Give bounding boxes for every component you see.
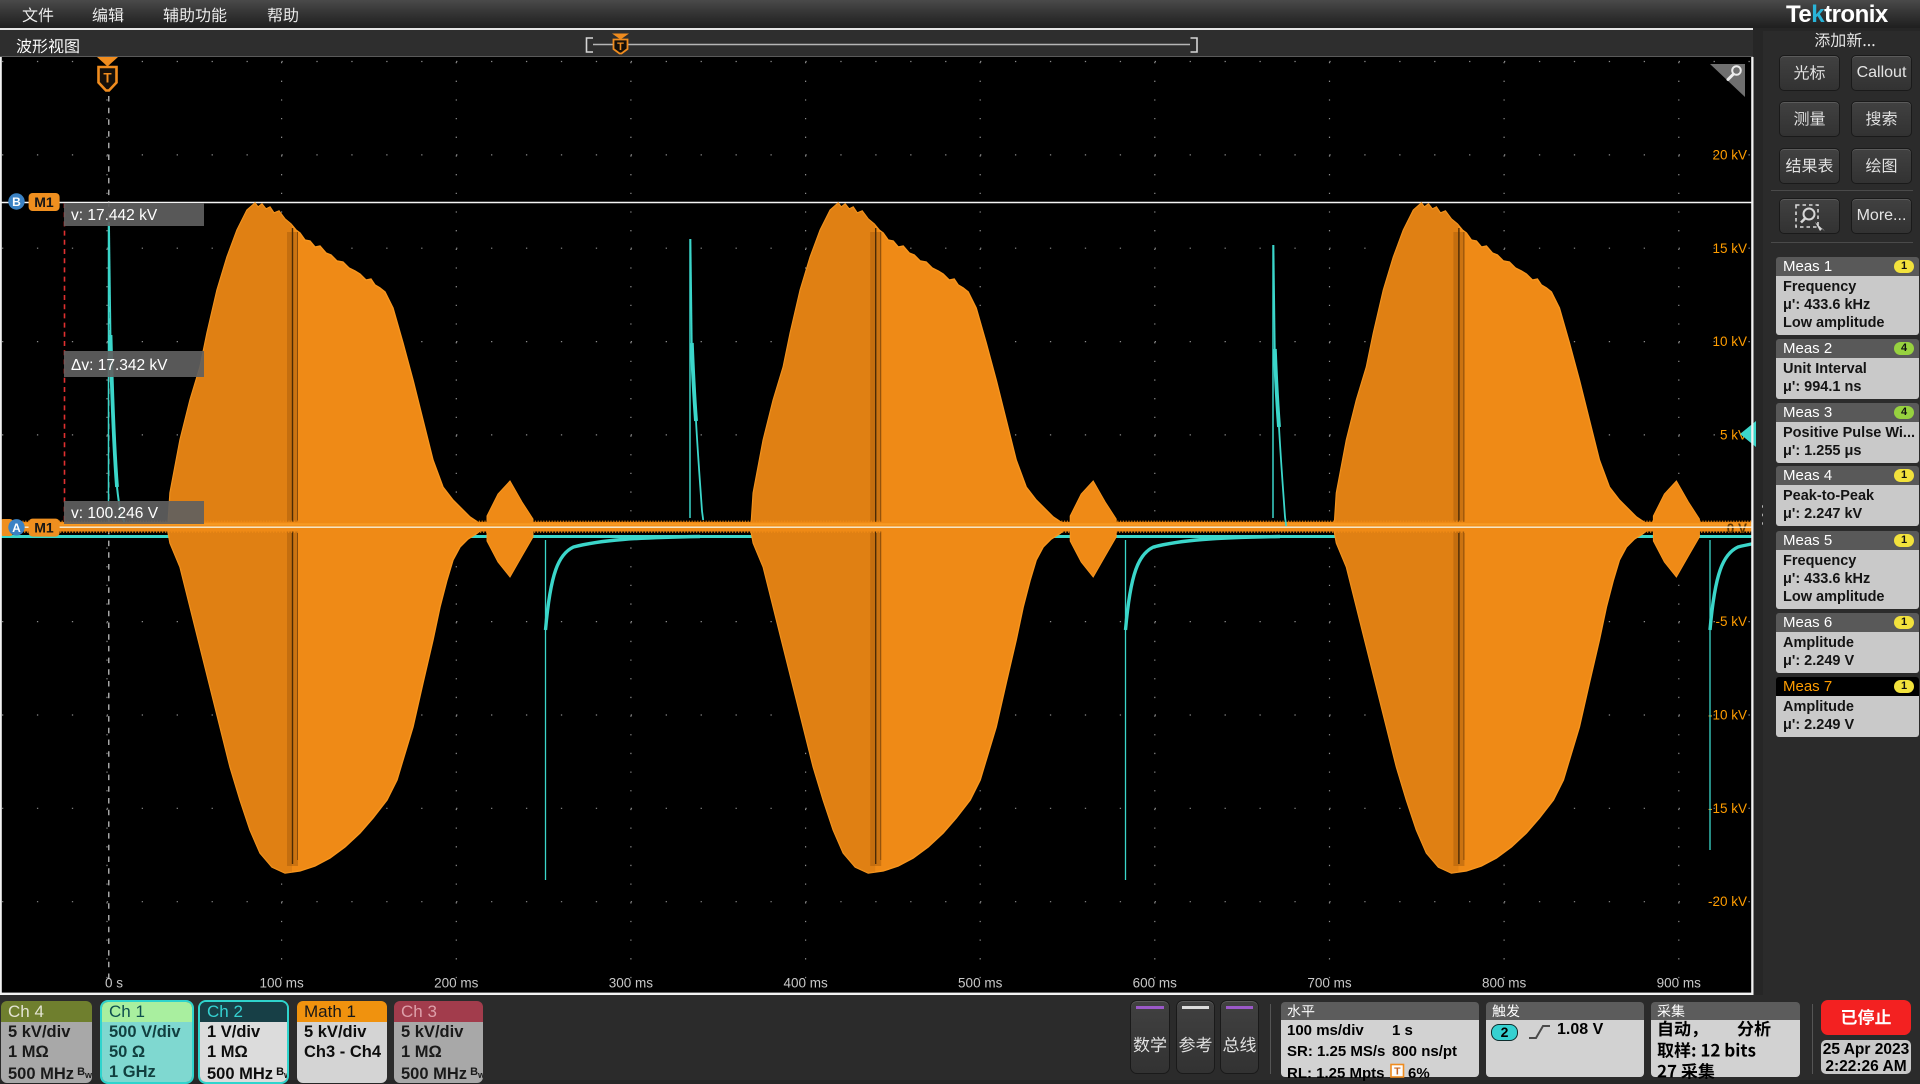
svg-text:300 ms: 300 ms <box>609 976 654 991</box>
svg-text:0 V: 0 V <box>1727 521 1747 536</box>
svg-text:200 ms: 200 ms <box>434 976 479 991</box>
svg-text:5 kV: 5 kV <box>1720 427 1747 442</box>
svg-text:700 ms: 700 ms <box>1307 976 1352 991</box>
svg-text:900 ms: 900 ms <box>1657 976 1702 991</box>
svg-text:B: B <box>12 195 21 209</box>
svg-text:M1: M1 <box>34 194 54 210</box>
svg-text:-15 kV: -15 kV <box>1708 801 1747 816</box>
svg-text:800 ms: 800 ms <box>1482 976 1527 991</box>
svg-text:100 ms: 100 ms <box>259 976 304 991</box>
svg-text:20 kV: 20 kV <box>1712 147 1747 162</box>
svg-text:-10 kV: -10 kV <box>1708 708 1747 723</box>
svg-text:v: 17.442 kV: v: 17.442 kV <box>71 207 158 224</box>
svg-text:-20 kV: -20 kV <box>1708 894 1747 909</box>
svg-text:600 ms: 600 ms <box>1133 976 1178 991</box>
svg-text:T: T <box>103 71 112 86</box>
svg-text:-5 kV: -5 kV <box>1715 614 1747 629</box>
svg-text:M1: M1 <box>34 520 54 536</box>
svg-text:15 kV: 15 kV <box>1712 241 1747 256</box>
svg-text:0 s: 0 s <box>105 976 123 991</box>
svg-text:500 ms: 500 ms <box>958 976 1003 991</box>
svg-text:400 ms: 400 ms <box>783 976 828 991</box>
svg-text:A: A <box>12 521 21 535</box>
svg-text:v: 100.246 V: v: 100.246 V <box>71 505 159 522</box>
svg-text:10 kV: 10 kV <box>1712 334 1747 349</box>
svg-text:Δv: 17.342 kV: Δv: 17.342 kV <box>71 357 168 374</box>
